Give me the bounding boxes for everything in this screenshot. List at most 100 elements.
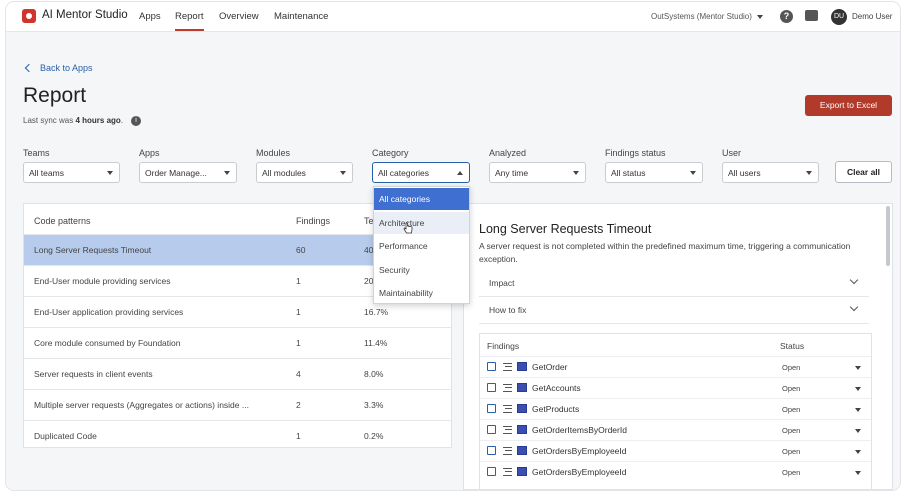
pattern-name: Core module consumed by Foundation (34, 338, 181, 348)
pattern-percent: 3.3% (364, 400, 384, 410)
help-icon[interactable]: ? (780, 10, 793, 23)
chevron-left-icon (24, 63, 34, 73)
filter-label-modules: Modules (256, 148, 291, 158)
avatar[interactable]: DU (831, 9, 847, 25)
open-external-icon[interactable] (487, 425, 496, 434)
category-option-architecture[interactable]: Architecture (374, 212, 469, 234)
finding-name: GetAccounts (532, 383, 581, 393)
nav-report[interactable]: Report (175, 11, 204, 31)
open-external-icon[interactable] (487, 383, 496, 392)
chevron-down-icon[interactable] (855, 450, 861, 454)
table-row[interactable]: Server requests in client events 4 8.0% (24, 358, 451, 389)
finding-status[interactable]: Open (782, 384, 800, 393)
sync-time: 4 hours ago (75, 116, 121, 126)
chevron-down-icon (690, 171, 696, 175)
export-to-excel-button[interactable]: Export to Excel (805, 95, 892, 116)
category-select-value: All categories (378, 168, 430, 178)
pattern-percent: 11.4% (364, 338, 388, 348)
chevron-down-icon (806, 171, 812, 175)
impact-accordion[interactable]: Impact (479, 270, 869, 297)
finding-name: GetOrdersByEmployeeId (532, 467, 627, 477)
modules-select[interactable]: All modules (256, 162, 353, 183)
pattern-findings: 1 (296, 338, 301, 348)
back-to-apps-link[interactable]: Back to Apps (24, 63, 93, 73)
table-row[interactable]: Core module consumed by Foundation 1 11.… (24, 327, 451, 358)
user-name[interactable]: Demo User (852, 12, 892, 21)
category-option-performance[interactable]: Performance (374, 235, 469, 257)
info-icon[interactable]: i (131, 116, 142, 126)
entity-icon (517, 404, 527, 413)
open-external-icon[interactable] (487, 446, 496, 455)
sync-prefix: Last sync was (23, 116, 76, 126)
table-row[interactable]: Duplicated Code 1 0.2% (24, 420, 451, 451)
finding-row[interactable]: GetOrdersByEmployeeId Open (480, 440, 871, 461)
user-select[interactable]: All users (722, 162, 819, 183)
chevron-down-icon[interactable] (855, 387, 861, 391)
clear-all-button[interactable]: Clear all (835, 161, 892, 183)
finding-status[interactable]: Open (782, 426, 800, 435)
category-option-all[interactable]: All categories (374, 188, 469, 210)
open-external-icon[interactable] (487, 467, 496, 476)
finding-name: GetOrder (532, 362, 568, 372)
chevron-down-icon (107, 171, 113, 175)
finding-status[interactable]: Open (782, 363, 800, 372)
chevron-down-icon (849, 302, 859, 312)
category-select[interactable]: All categories (372, 162, 470, 183)
filter-label-teams: Teams (23, 148, 50, 158)
apps-select-value: Order Manage... (145, 168, 207, 178)
table-row[interactable]: Multiple server requests (Aggregates or … (24, 389, 451, 420)
nav-overview[interactable]: Overview (219, 11, 259, 22)
pattern-name: Long Server Requests Timeout (34, 245, 152, 255)
page-title: Report (23, 84, 87, 107)
chevron-down-icon[interactable] (855, 471, 861, 475)
finding-name: GetOrdersByEmployeeId (532, 446, 627, 456)
filter-label-findings-status: Findings status (605, 148, 666, 158)
entity-icon (517, 425, 527, 434)
finding-status[interactable]: Open (782, 405, 800, 414)
category-option-maintainability[interactable]: Maintainability (374, 282, 469, 304)
app-logo-icon[interactable] (22, 9, 36, 23)
chevron-down-icon[interactable] (855, 366, 861, 370)
chat-icon[interactable] (805, 10, 818, 21)
finding-row[interactable]: GetOrdersByEmployeeId Open (480, 461, 871, 482)
pattern-name: Duplicated Code (34, 431, 97, 441)
chevron-down-icon (756, 14, 763, 19)
teams-select[interactable]: All teams (23, 162, 120, 183)
nav-maintenance[interactable]: Maintenance (274, 11, 328, 22)
category-dropdown-menu: All categories Architecture Performance … (373, 186, 470, 304)
app-title[interactable]: AI Mentor Studio (42, 9, 128, 21)
entity-icon (517, 383, 527, 392)
nav-apps[interactable]: Apps (139, 11, 161, 22)
detail-scrollbar[interactable] (886, 206, 890, 266)
finding-status[interactable]: Open (782, 468, 800, 477)
chevron-down-icon[interactable] (855, 408, 861, 412)
finding-row[interactable]: GetProducts Open (480, 398, 871, 419)
chevron-down-icon[interactable] (855, 429, 861, 433)
analyzed-select[interactable]: Any time (489, 162, 586, 183)
finding-status[interactable]: Open (782, 447, 800, 456)
open-external-icon[interactable] (487, 404, 496, 413)
tenant-selector[interactable]: OutSystems (Mentor Studio) (651, 12, 763, 21)
how-to-fix-accordion[interactable]: How to fix (479, 297, 869, 324)
column-header-findings[interactable]: Findings (296, 216, 330, 226)
column-header-code-patterns[interactable]: Code patterns (34, 216, 91, 226)
category-option-security[interactable]: Security (374, 259, 469, 281)
chevron-up-icon (457, 171, 463, 175)
findings-status-select[interactable]: All status (605, 162, 703, 183)
finding-row[interactable]: GetAccounts Open (480, 377, 871, 398)
app-window: AI Mentor Studio Apps Report Overview Ma… (6, 2, 900, 490)
pattern-findings: 1 (296, 276, 301, 286)
analyzed-select-value: Any time (495, 168, 529, 178)
pattern-findings: 1 (296, 431, 301, 441)
findings-status-select-value: All status (611, 168, 646, 178)
finding-row[interactable]: GetOrder Open (480, 356, 871, 377)
teams-select-value: All teams (29, 168, 64, 178)
pattern-name: Server requests in client events (34, 369, 153, 379)
filter-label-analyzed: Analyzed (489, 148, 527, 158)
open-external-icon[interactable] (487, 362, 496, 371)
list-icon (503, 405, 512, 413)
apps-select[interactable]: Order Manage... (139, 162, 237, 183)
detail-description: A server request is not completed within… (479, 241, 851, 264)
pattern-findings: 4 (296, 369, 301, 379)
finding-row[interactable]: GetOrderItemsByOrderId Open (480, 419, 871, 440)
